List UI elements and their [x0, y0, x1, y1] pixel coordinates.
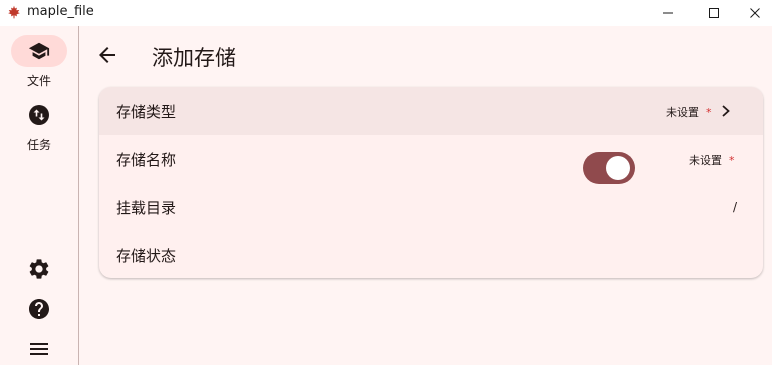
school-icon — [28, 42, 50, 60]
window-titlebar: maple_file — [0, 0, 772, 26]
navigation-rail: 文件 任务 — [0, 26, 79, 365]
close-button[interactable] — [737, 0, 772, 26]
close-icon — [749, 8, 760, 18]
settings-icon[interactable] — [27, 257, 51, 281]
rail-label-tasks: 任务 — [26, 138, 51, 152]
page-title: 添加存储 — [152, 46, 236, 70]
arrow-back-icon[interactable] — [95, 43, 119, 67]
menu-icon[interactable] — [27, 337, 51, 361]
window-title: maple_file — [27, 4, 94, 19]
help-icon[interactable] — [27, 297, 51, 321]
storage-status-label: 存储状态 — [116, 247, 177, 265]
storage-form-card: 存储类型 未设置 * 存储名称 未设置 * 挂载目录 / 存储状态 — [99, 87, 763, 278]
storage-status-toggle[interactable] — [583, 152, 635, 184]
chevron-right-icon — [722, 105, 730, 117]
maximize-button[interactable] — [691, 0, 737, 26]
toggle-thumb — [606, 156, 630, 180]
mount-directory-row[interactable]: 挂载目录 / — [99, 183, 763, 231]
mount-directory-value: / — [733, 200, 738, 214]
storage-status-row: 存储状态 — [99, 231, 763, 278]
storage-name-row[interactable]: 存储名称 未设置 * — [99, 135, 763, 183]
required-mark: * — [706, 106, 712, 119]
minimize-button[interactable] — [645, 0, 691, 26]
required-mark: * — [729, 154, 735, 167]
rail-label-files: 文件 — [26, 74, 51, 88]
rail-item-tasks[interactable]: 任务 — [0, 90, 78, 154]
storage-type-row[interactable]: 存储类型 未设置 * — [99, 87, 763, 135]
rail-selected-indicator — [11, 35, 67, 67]
storage-name-value: 未设置 * — [689, 154, 735, 167]
storage-name-label: 存储名称 — [116, 151, 177, 169]
storage-type-value: 未设置 * — [666, 106, 712, 119]
rail-item-files[interactable]: 文件 — [0, 26, 78, 90]
maple-leaf-icon — [8, 5, 20, 19]
mount-directory-label: 挂载目录 — [116, 199, 177, 217]
storage-type-label: 存储类型 — [116, 103, 177, 121]
maximize-icon — [709, 8, 719, 18]
minimize-icon — [663, 12, 673, 14]
swap-vert-circle-icon — [29, 105, 49, 125]
